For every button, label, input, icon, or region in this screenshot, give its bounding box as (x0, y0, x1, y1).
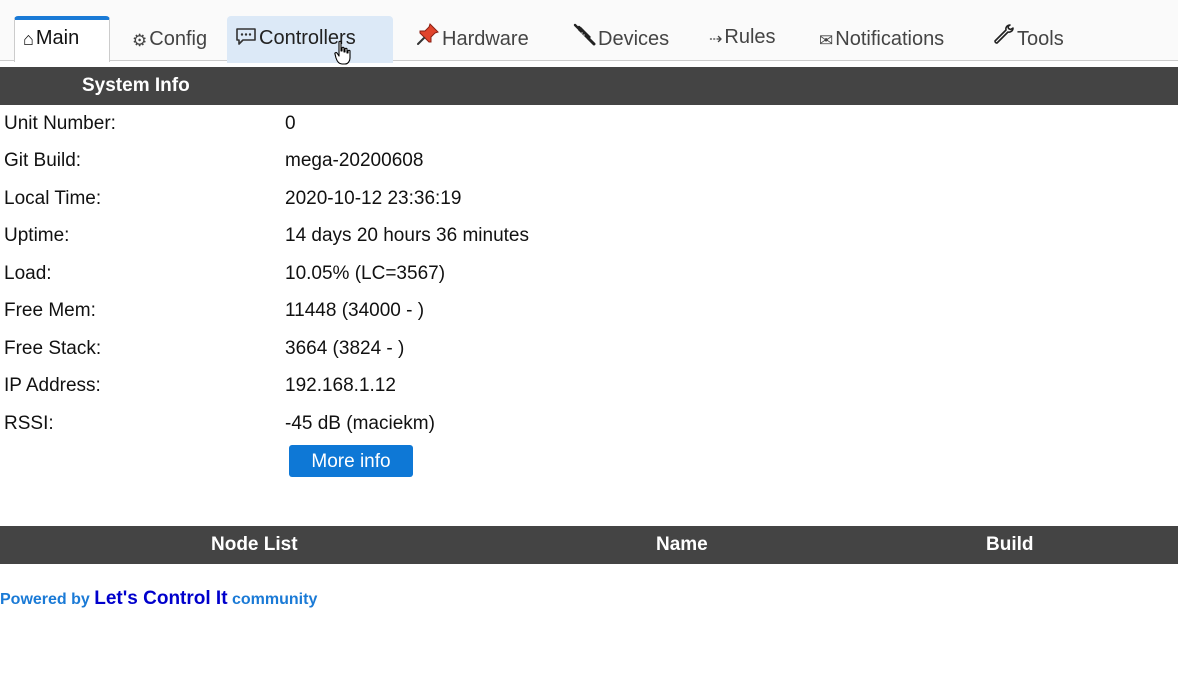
info-row-free-stack: Free Stack: 3664 (3824 - ) (0, 330, 1178, 367)
footer-suffix: community (227, 591, 318, 608)
more-info-button[interactable]: More info (289, 445, 413, 477)
info-row-ip-address: IP Address: 192.168.1.12 (0, 367, 1178, 404)
info-label: Free Stack: (4, 338, 102, 359)
wrench-icon (991, 18, 1015, 62)
tab-config[interactable]: ⚙ Config (124, 17, 215, 61)
tab-label: Config (149, 28, 208, 50)
info-label: IP Address: (4, 375, 101, 396)
tab-hardware[interactable]: Hardware (408, 17, 537, 61)
arrow-right-icon: ⇢ (709, 31, 723, 48)
info-value: 14 days 20 hours 36 minutes (285, 225, 529, 246)
info-label: Uptime: (4, 225, 70, 246)
footer: Powered by Let's Control It community (0, 586, 317, 613)
envelope-icon: ✉ (819, 31, 834, 50)
info-label: RSSI: (4, 413, 54, 434)
info-value: -45 dB (maciekm) (285, 413, 435, 434)
brand-link[interactable]: Let's Control It (94, 588, 227, 609)
info-value: 0 (285, 113, 296, 134)
info-value: 10.05% (LC=3567) (285, 263, 446, 284)
info-label: Local Time: (4, 188, 102, 209)
tab-devices[interactable]: Devices (564, 17, 677, 61)
tab-label: Devices (598, 28, 670, 50)
footer-prefix: Powered by (0, 591, 95, 608)
home-icon: ⌂ (23, 29, 34, 49)
info-row-local-time: Local Time: 2020-10-12 23:36:19 (0, 180, 1178, 217)
section-title: System Info (82, 75, 190, 96)
info-row-uptime: Uptime: 14 days 20 hours 36 minutes (0, 217, 1178, 254)
tab-tools[interactable]: Tools (983, 17, 1072, 61)
hand-pointer-cursor (334, 40, 352, 66)
info-value: mega-20200608 (285, 150, 424, 171)
tab-rules[interactable]: ⇢ Rules (701, 17, 784, 61)
info-label: Load: (4, 263, 52, 284)
gear-icon: ⚙ (132, 31, 148, 50)
info-row-free-mem: Free Mem: 11448 (34000 - ) (0, 292, 1178, 329)
tab-label: Rules (724, 26, 776, 48)
info-label: Unit Number: (4, 113, 116, 134)
info-value: 192.168.1.12 (285, 375, 396, 396)
info-value: 3664 (3824 - ) (285, 338, 405, 359)
tab-bar: ⌂ Main ⚙ Config Controllers Hardware Dev… (0, 0, 1178, 63)
plug-icon (572, 18, 596, 62)
tab-label: Tools (1017, 28, 1064, 50)
pushpin-icon (416, 18, 440, 62)
build-column: Build (986, 534, 1034, 555)
node-list-column: Node List (211, 534, 298, 555)
info-value: 2020-10-12 23:36:19 (285, 188, 462, 209)
info-row-load: Load: 10.05% (LC=3567) (0, 255, 1178, 292)
system-info-header: System Info (0, 67, 1178, 105)
tab-label: Hardware (442, 28, 529, 50)
speech-bubble-icon (235, 17, 257, 61)
tab-main[interactable]: ⌂ Main (14, 16, 110, 62)
info-row-git-build: Git Build: mega-20200608 (0, 142, 1178, 179)
node-list-header: Node List Name Build (0, 526, 1178, 564)
tab-notifications[interactable]: ✉ Notifications (811, 17, 952, 61)
tab-label: Main (35, 27, 80, 49)
tab-label: Notifications (835, 28, 945, 50)
name-column: Name (656, 534, 708, 555)
info-label: Git Build: (4, 150, 82, 171)
info-value: 11448 (34000 - ) (285, 300, 425, 321)
info-row-unit-number: Unit Number: 0 (0, 105, 1178, 142)
info-label: Free Mem: (4, 300, 96, 321)
info-row-rssi: RSSI: -45 dB (maciekm) (0, 405, 1178, 442)
tab-controllers[interactable]: Controllers (227, 16, 393, 63)
